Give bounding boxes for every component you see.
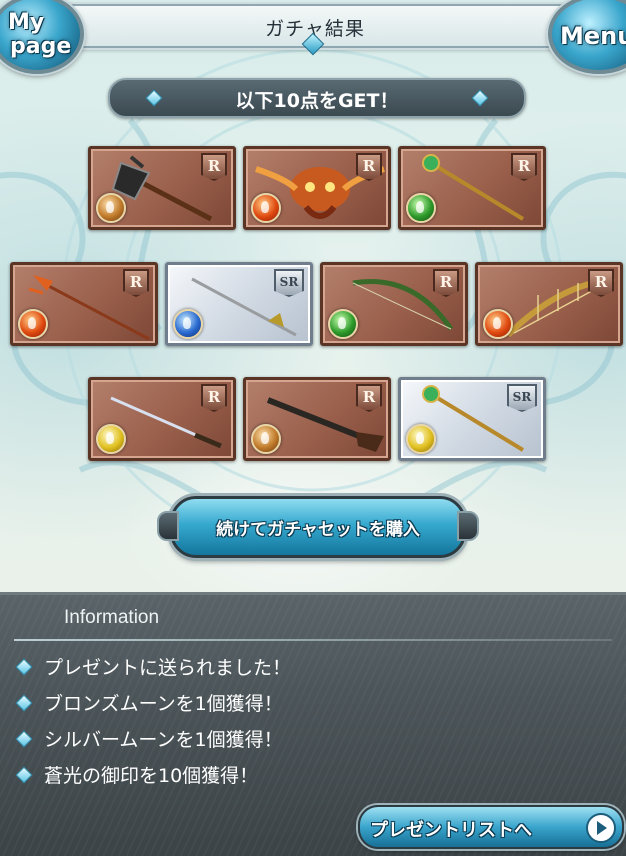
information-item: ブロンズムーンを1個獲得！ bbox=[15, 689, 283, 719]
menu-label: Menu bbox=[560, 22, 626, 50]
earth-element-icon bbox=[96, 193, 126, 223]
diamond-icon bbox=[15, 766, 33, 783]
result-card-axe[interactable]: R bbox=[88, 146, 236, 230]
mypage-label-line2: page bbox=[10, 34, 72, 59]
information-item-text: プレゼントに送られました！ bbox=[44, 657, 292, 679]
buy-gacha-set-label: 続けてガチャセットを購入 bbox=[216, 520, 420, 540]
result-card-katana[interactable]: R bbox=[88, 377, 236, 461]
information-item-text: ブロンズムーンを1個獲得！ bbox=[44, 693, 283, 715]
information-item: プレゼントに送られました！ bbox=[15, 653, 292, 683]
result-card-bow[interactable]: R bbox=[320, 262, 468, 346]
fire-element-icon bbox=[251, 193, 281, 223]
result-card-staff[interactable]: SR bbox=[398, 377, 546, 461]
wind-element-icon bbox=[406, 193, 436, 223]
gacha-result-area: ガチャ結果 My page Menu 以下10点をGET！ R R R R SR R R R R… bbox=[0, 0, 626, 592]
information-item: 蒼光の御印を10個獲得！ bbox=[15, 761, 259, 791]
result-card-harp[interactable]: R bbox=[475, 262, 623, 346]
result-banner-text: 以下10点をGET！ bbox=[235, 90, 399, 112]
information-item: シルバームーンを1個獲得！ bbox=[15, 725, 283, 755]
water-element-icon bbox=[173, 309, 203, 339]
wind-element-icon bbox=[328, 309, 358, 339]
mypage-label-line1: My bbox=[8, 10, 45, 35]
present-list-label: プレゼントリストへ bbox=[370, 820, 532, 841]
result-card-staff[interactable]: R bbox=[398, 146, 546, 230]
result-card-gun[interactable]: R bbox=[243, 377, 391, 461]
diamond-icon bbox=[15, 694, 33, 711]
result-card-summon[interactable]: R bbox=[243, 146, 391, 230]
fire-element-icon bbox=[483, 309, 513, 339]
light-element-icon bbox=[96, 424, 126, 454]
present-list-button[interactable]: プレゼントリストへ bbox=[358, 805, 624, 849]
result-banner: 以下10点をGET！ bbox=[108, 78, 526, 118]
light-element-icon bbox=[406, 424, 436, 454]
information-item-text: 蒼光の御印を10個獲得！ bbox=[44, 765, 259, 787]
diamond-icon bbox=[15, 730, 33, 747]
earth-element-icon bbox=[251, 424, 281, 454]
fire-element-icon bbox=[18, 309, 48, 339]
information-panel: Information プレゼントに送られました！ ブロンズムーンを1個獲得！ … bbox=[0, 592, 626, 856]
information-item-text: シルバームーンを1個獲得！ bbox=[44, 729, 283, 751]
result-card-sword[interactable]: SR bbox=[165, 262, 313, 346]
buy-gacha-set-button[interactable]: 続けてガチャセットを購入 bbox=[157, 496, 479, 558]
information-heading: Information bbox=[64, 607, 160, 628]
diamond-icon bbox=[15, 658, 33, 675]
result-card-spear[interactable]: R bbox=[10, 262, 158, 346]
play-arrow-icon bbox=[586, 813, 616, 843]
information-divider bbox=[14, 639, 612, 641]
